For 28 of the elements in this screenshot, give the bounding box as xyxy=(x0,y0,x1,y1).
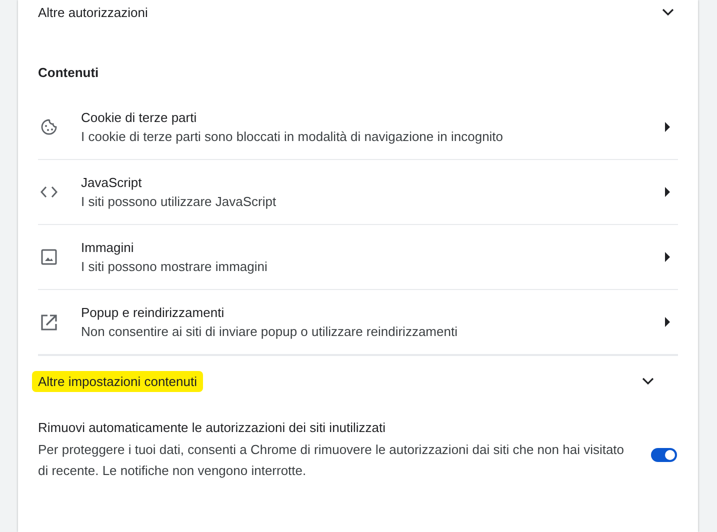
item-subtitle: I siti possono utilizzare JavaScript xyxy=(81,194,278,209)
settings-item[interactable]: Cookie di terze parti I cookie di terze parti sono bloccati in modalità di navigazione in incognito xyxy=(38,95,678,160)
item-subtitle: I siti possono mostrare immagini xyxy=(81,259,268,274)
code-icon xyxy=(40,186,58,198)
item-subtitle: Non consentire ai siti di inviare popup o utilizzare reindirizzamenti xyxy=(81,324,458,339)
settings-item[interactable]: JavaScript I siti possono utilizzare JavaScript xyxy=(38,160,678,225)
toggle-switch[interactable] xyxy=(651,448,677,462)
cookie-icon xyxy=(40,118,58,136)
expander-label: Altre autorizzazioni xyxy=(38,4,148,20)
item-title: Popup e reindirizzamenti xyxy=(81,305,226,320)
expander-row[interactable]: Altre impostazioni contenuti xyxy=(38,355,678,406)
arrow-right-icon xyxy=(665,187,670,197)
settings-item[interactable]: Immagini I siti possono mostrare immagini xyxy=(38,225,678,290)
expander-row[interactable]: Altre autorizzazioni xyxy=(18,0,698,24)
item-title: JavaScript xyxy=(81,175,143,190)
open-in-new-icon xyxy=(40,314,58,330)
arrow-right-icon xyxy=(665,317,670,327)
arrow-right-icon xyxy=(665,252,670,262)
setting-description: Per proteggere i tuoi dati, consenti a Chrome di rimuovere le autorizzazioni dai siti che non hai visitato di recente. Le notifiche non vengono interrotte. xyxy=(38,441,626,480)
item-subtitle: I cookie di terze parti sono bloccati in modalità di navigazione in incognito xyxy=(81,129,504,144)
setting-title: Rimuovi automaticamente le autorizzazioni dei siti inutilizzati xyxy=(38,420,387,435)
section-heading: Contenuti xyxy=(37,64,100,82)
expander-label: Altre impostazioni contenuti xyxy=(32,370,203,392)
arrow-right-icon xyxy=(665,122,670,132)
settings-item[interactable]: Popup e reindirizzamenti Non consentire ai siti di inviare popup o utilizzare reindirizzamenti xyxy=(38,290,678,355)
image-icon xyxy=(40,249,58,265)
item-title: Immagini xyxy=(81,240,135,255)
item-title: Cookie di terze parti xyxy=(81,110,198,125)
